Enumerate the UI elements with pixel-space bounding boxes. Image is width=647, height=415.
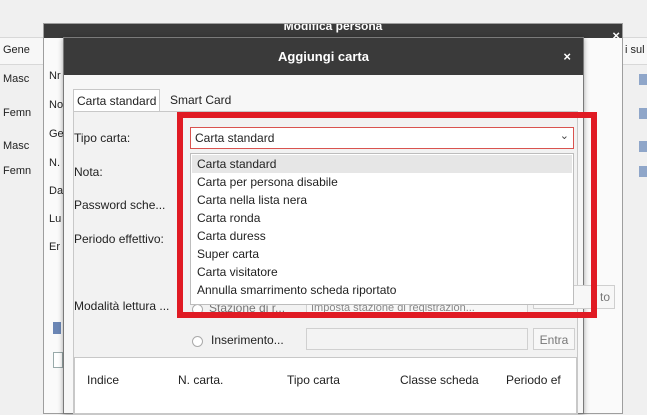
date-field-label: Da [49, 185, 64, 197]
details-icon[interactable] [639, 74, 647, 85]
read-mode-label: Modalità lettura ... [74, 299, 170, 313]
field-label: Er [49, 241, 60, 253]
table-header-validity[interactable]: Periodo ef [506, 373, 561, 387]
password-label: Password sche... [74, 198, 166, 212]
table-header-card-type[interactable]: Tipo carta [287, 373, 340, 387]
details-icon[interactable] [639, 141, 647, 152]
card-icon [53, 322, 61, 334]
gender-cell: Femn [3, 165, 32, 177]
close-icon[interactable]: × [563, 38, 571, 75]
edit-person-title: Modifica persona [283, 24, 383, 33]
surname-field-label: No [49, 99, 64, 111]
add-card-title-bar: Aggiungi carta [64, 38, 583, 75]
right-column-header[interactable]: i sul [625, 38, 645, 62]
document-icon [53, 352, 63, 368]
number-field-label: N. [49, 157, 60, 169]
edit-person-title-bar: Modifica persona [44, 24, 622, 38]
card-type-label: Tipo carta: [74, 131, 131, 145]
validity-period-label: Periodo effettivo: [74, 232, 164, 246]
name-field-label: Nr [49, 70, 61, 82]
gender-cell: Femn [3, 107, 32, 119]
enter-button[interactable]: Entra [533, 328, 575, 350]
manual-entry-radio[interactable] [192, 336, 203, 347]
card-number-input[interactable] [306, 328, 528, 350]
table-header-index[interactable]: Indice [87, 373, 119, 387]
place-field-label: Lu [49, 213, 62, 225]
table-header-card-number[interactable]: N. carta. [178, 373, 223, 387]
tab-standard-card[interactable]: Carta standard [73, 89, 161, 112]
add-card-title: Aggiungi carta [277, 49, 369, 64]
close-icon[interactable]: × [612, 28, 620, 43]
gender-cell: Masc [3, 73, 30, 85]
details-icon[interactable] [639, 166, 647, 177]
table-header-card-class[interactable]: Classe scheda [400, 373, 479, 387]
gender-column-header[interactable]: Gene [3, 38, 30, 62]
details-icon[interactable] [639, 108, 647, 119]
gender-cell: Masc [3, 140, 30, 152]
tab-smart-card[interactable]: Smart Card [167, 89, 234, 111]
manual-entry-label[interactable]: Inserimento... [211, 333, 284, 347]
note-label: Nota: [74, 165, 103, 179]
gender-field-label: Ge [49, 128, 64, 140]
highlight-annotation [177, 112, 597, 318]
